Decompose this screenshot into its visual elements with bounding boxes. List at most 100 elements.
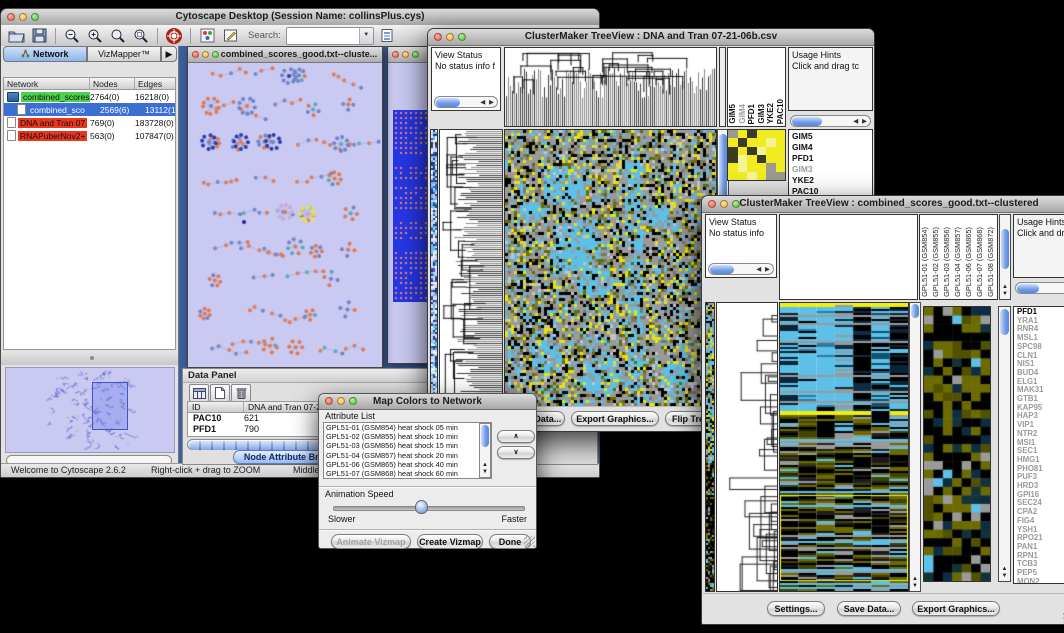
matrix-cell[interactable] xyxy=(766,147,776,155)
network-row[interactable]: combined_scores 2764(0) 16218(0) xyxy=(4,90,175,103)
attribute-table-icon[interactable] xyxy=(189,384,209,402)
zoom-button[interactable] xyxy=(412,51,419,58)
save-session-icon[interactable] xyxy=(30,27,48,45)
global-overview-strip[interactable] xyxy=(705,302,715,592)
close-button[interactable] xyxy=(708,200,716,208)
row-dendrogram-panel[interactable] xyxy=(716,302,778,592)
birdseye-view[interactable] xyxy=(5,367,175,453)
minimize-button[interactable] xyxy=(202,51,209,58)
minimize-button[interactable] xyxy=(446,33,454,41)
create-vizmap-button[interactable]: Create Vizmap xyxy=(417,534,483,549)
matrix-cell[interactable] xyxy=(757,130,767,138)
column-label[interactable]: GPL51-04 (GSM857) xyxy=(954,227,961,297)
usage-hints-hscrollbar[interactable]: ◀ ▶ xyxy=(790,115,871,127)
tab-overflow-arrow[interactable]: ▶ xyxy=(161,46,177,62)
matrix-cell[interactable] xyxy=(738,130,748,138)
scroll-arrows-icon[interactable]: ◀ ▶ xyxy=(480,97,495,108)
network-row[interactable]: DNA and Tran 07 769(0) 183728(0) xyxy=(4,116,175,129)
usage-hints-hscrollbar[interactable] xyxy=(1015,282,1064,294)
minimize-button[interactable] xyxy=(19,13,27,21)
birdseye-viewport-rect[interactable] xyxy=(92,382,128,430)
close-button[interactable] xyxy=(325,397,333,405)
close-button[interactable] xyxy=(192,51,199,58)
view-status-hscrollbar[interactable]: ◀ ▶ xyxy=(708,263,774,275)
matrix-cell[interactable] xyxy=(766,163,776,171)
matrix-cell[interactable] xyxy=(776,155,786,163)
col-header-edges[interactable]: Edges xyxy=(135,78,175,89)
matrix-cell[interactable] xyxy=(728,147,738,155)
matrix-cell[interactable] xyxy=(757,147,767,155)
matrix-cell[interactable] xyxy=(757,163,767,171)
column-label[interactable]: GPL51-08 (GSM872) xyxy=(987,227,994,297)
matrix-cell[interactable] xyxy=(747,172,757,180)
animate-vizmap-button[interactable]: Animate Vizmap xyxy=(331,534,411,549)
zoom-button[interactable] xyxy=(349,397,357,405)
main-window-titlebar[interactable]: Cytoscape Desktop (Session Name: collins… xyxy=(1,9,599,26)
attribute-list-item[interactable]: GPL51-02 (GSM855) heat shock 10 min xyxy=(326,432,491,441)
column-dendrogram-panel[interactable] xyxy=(779,214,918,300)
column-label[interactable]: GIM4 xyxy=(739,104,747,124)
matrix-cell[interactable] xyxy=(747,130,757,138)
zoom-button[interactable] xyxy=(31,13,39,21)
gene-label[interactable]: MON2 xyxy=(1017,578,1064,584)
tab-vizmapper[interactable]: VizMapper™ xyxy=(87,46,161,62)
zoom-button[interactable] xyxy=(458,33,466,41)
resize-grip[interactable] xyxy=(524,536,535,547)
row-label[interactable]: YKE2 xyxy=(792,175,872,186)
minimize-button[interactable] xyxy=(720,200,728,208)
column-label[interactable]: GPL51-03 (GSM856) xyxy=(943,227,950,297)
zoom-vscrollbar[interactable]: ▲▼ xyxy=(998,306,1011,582)
attribute-list-item[interactable]: GPL51-03 (GSM856) heat shock 15 min xyxy=(326,441,491,450)
vscroll-thumb[interactable] xyxy=(481,425,489,447)
col-header-nodes[interactable]: Nodes xyxy=(90,78,135,89)
matrix-cell[interactable] xyxy=(738,172,748,180)
new-attribute-icon[interactable] xyxy=(210,384,230,402)
zoom-heatmap-panel[interactable] xyxy=(923,306,991,582)
network-graph-canvas[interactable] xyxy=(189,62,381,367)
matrix-cell[interactable] xyxy=(766,155,776,163)
hscroll-thumb[interactable] xyxy=(792,117,822,126)
matrix-cell[interactable] xyxy=(747,138,757,146)
close-button[interactable] xyxy=(434,33,442,41)
matrix-cell[interactable] xyxy=(728,138,738,146)
matrix-cell[interactable] xyxy=(728,130,738,138)
matrix-cell[interactable] xyxy=(747,147,757,155)
save-data-button[interactable]: Save Data... xyxy=(837,601,901,616)
matrix-cell[interactable] xyxy=(738,163,748,171)
col-header-id[interactable]: ID xyxy=(188,402,244,412)
heatmap-vscrollbar[interactable]: ▲▼ xyxy=(909,302,921,592)
heatmap-panel[interactable] xyxy=(779,302,909,592)
zoom-button[interactable] xyxy=(732,200,740,208)
scroll-arrows-icon[interactable]: ▲▼ xyxy=(999,566,1010,580)
search-input[interactable]: ▼ xyxy=(286,27,374,45)
matrix-cell[interactable] xyxy=(738,138,748,146)
row-dendrogram-panel[interactable] xyxy=(439,129,503,409)
column-label[interactable]: GPL51-01 (GSM854) xyxy=(921,227,928,297)
row-label[interactable]: GIM3 xyxy=(792,164,872,175)
matrix-cell[interactable] xyxy=(738,155,748,163)
matrix-cell[interactable] xyxy=(766,130,776,138)
zoom-out-icon[interactable] xyxy=(63,27,81,45)
attribute-browser-icon[interactable] xyxy=(379,27,397,45)
zoom-selected-icon[interactable] xyxy=(132,27,150,45)
hscroll-thumb[interactable] xyxy=(1017,284,1039,293)
vscroll-thumb[interactable] xyxy=(911,304,919,318)
col-header-network[interactable]: Network xyxy=(4,78,90,89)
network-row[interactable]: RNAPuberNov2+ 563(0) 107847(0) xyxy=(4,129,175,142)
attribute-list-item[interactable]: GPL51-01 (GSM854) heat shock 05 min xyxy=(326,423,491,432)
treeview2-titlebar[interactable]: ClusterMaker TreeView : combined_scores_… xyxy=(702,196,1064,213)
network-row[interactable]: combined_sco 2569(6) 13112(15) xyxy=(4,103,175,116)
global-overview-strip[interactable] xyxy=(430,129,438,409)
move-down-button[interactable]: ∨ xyxy=(497,446,535,459)
column-labels-vscrollbar[interactable]: ▲▼ xyxy=(999,214,1011,300)
export-graphics-button[interactable]: Export Graphics... xyxy=(571,411,659,426)
column-label[interactable]: GPL51-02 (GSM855) xyxy=(932,227,939,297)
help-lifering-icon[interactable] xyxy=(165,27,183,45)
minimize-button[interactable] xyxy=(402,51,409,58)
scroll-arrows-icon[interactable]: ▲▼ xyxy=(480,462,490,476)
attribute-list-item[interactable]: GPL51-06 (GSM865) heat shock 40 min xyxy=(326,460,491,469)
matrix-cell[interactable] xyxy=(776,138,786,146)
tab-network[interactable]: Network xyxy=(3,46,87,62)
column-label[interactable]: GIM3 xyxy=(758,104,766,124)
matrix-cell[interactable] xyxy=(766,138,776,146)
